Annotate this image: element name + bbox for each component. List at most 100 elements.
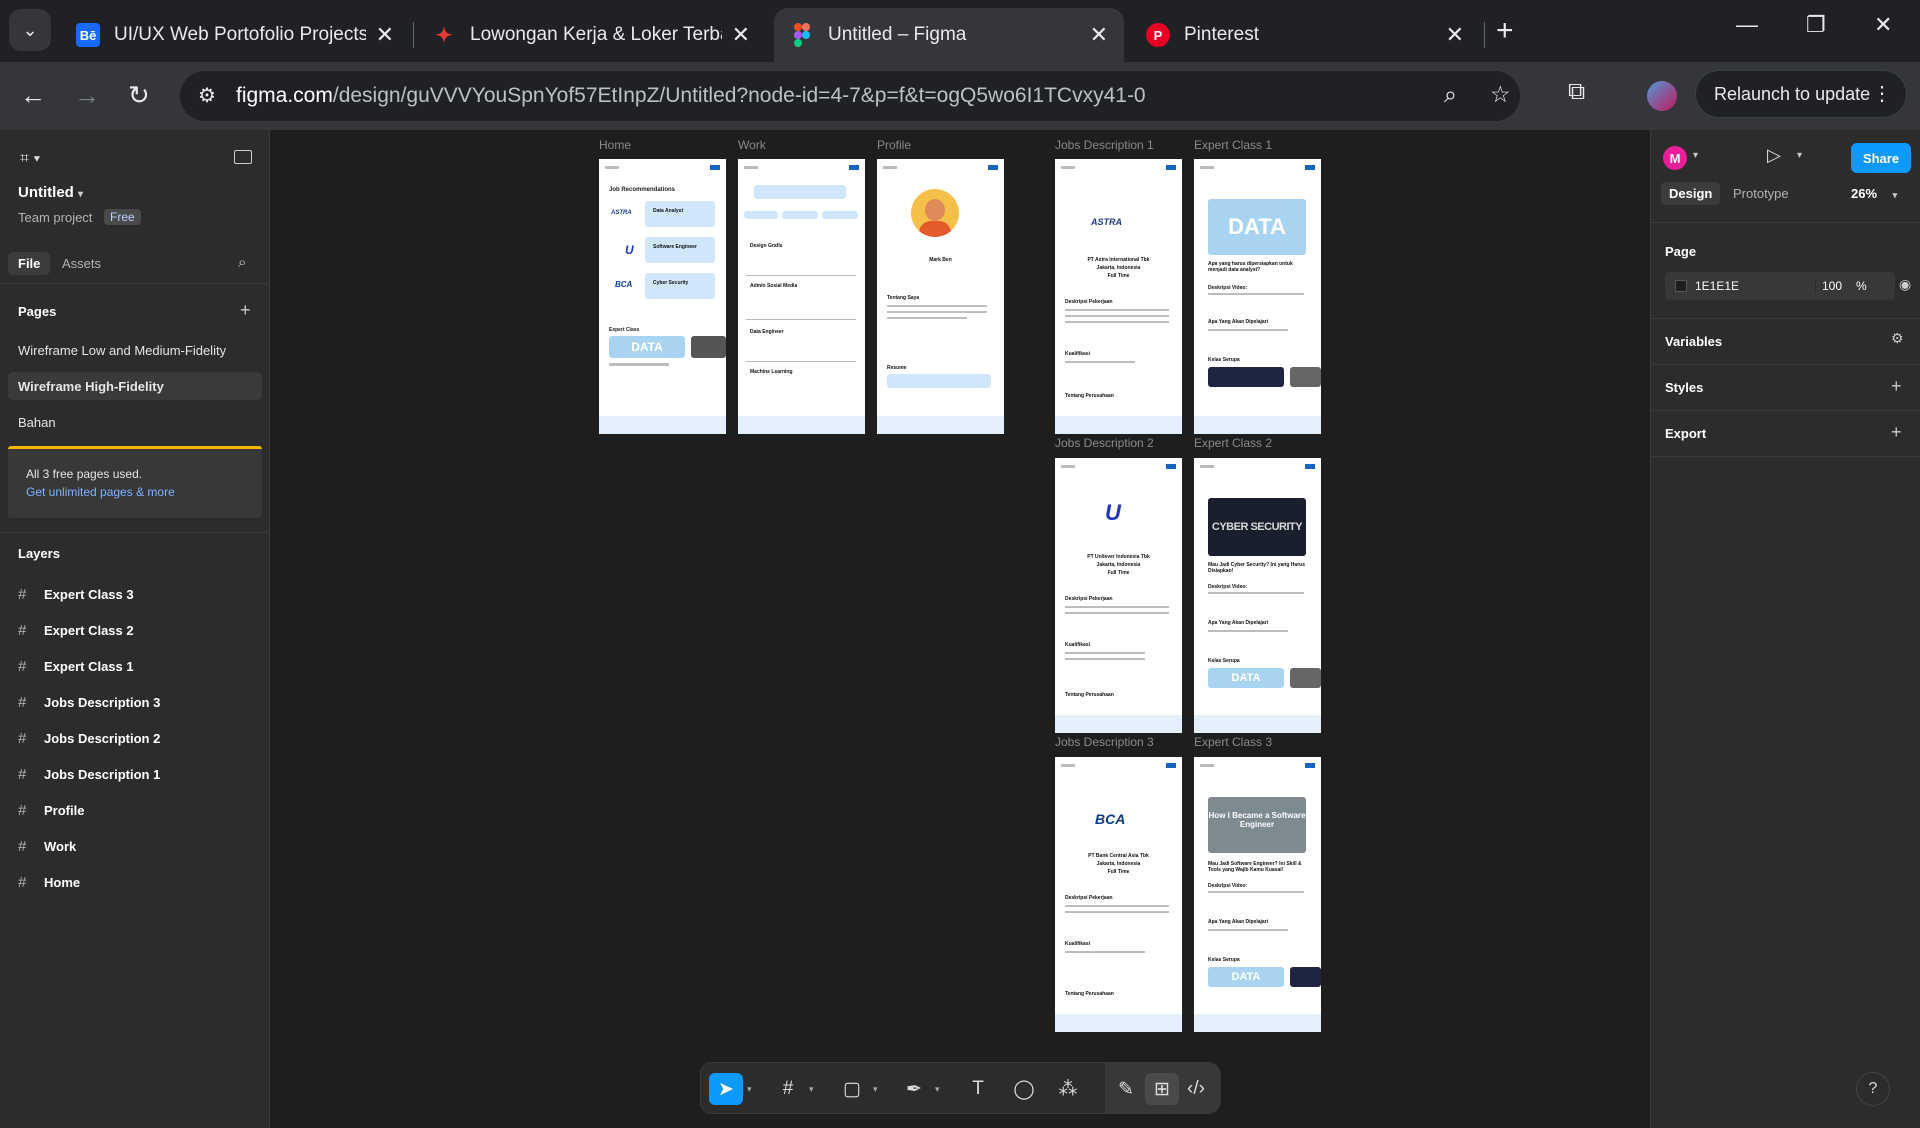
reload-icon[interactable]: ↻	[128, 80, 150, 111]
layer-item[interactable]: # Expert Class 3	[18, 584, 134, 604]
fill-opacity[interactable]: 100%	[1815, 279, 1895, 293]
figma-menu-icon[interactable]: ⌗ ▾	[20, 150, 40, 168]
variables-settings-icon[interactable]: ⚙	[1891, 330, 1904, 347]
frame-jd3[interactable]: BCA PT Bank Central Asia Tbk Jakarta, In…	[1055, 757, 1182, 1032]
bookmark-star-icon[interactable]: ☆	[1490, 81, 1511, 108]
chevron-down-icon[interactable]: ▾	[935, 1084, 940, 1095]
comment-icon[interactable]: ◯	[1007, 1073, 1041, 1105]
address-bar[interactable]: ⚙ figma.com/design/guVVVYouSpnYof57EtInp…	[180, 71, 1520, 121]
site-info-icon[interactable]: ⚙	[198, 83, 216, 108]
url-text[interactable]: figma.com/design/guVVVYouSpnYof57EtInpZ/…	[236, 84, 1146, 108]
fill-hex[interactable]: 1E1E1E	[1695, 279, 1739, 293]
team-label[interactable]: Team project	[18, 210, 92, 225]
layer-item[interactable]: # Expert Class 2	[18, 620, 134, 640]
forward-icon[interactable]: →	[74, 80, 100, 111]
page-item[interactable]: Wireframe Low and Medium-Fidelity	[8, 336, 262, 364]
browser-menu-icon[interactable]: ⋮	[1872, 81, 1892, 106]
page-item[interactable]: Bahan	[8, 408, 262, 436]
frame-label-jd2[interactable]: Jobs Description 2	[1055, 436, 1154, 450]
present-play-icon[interactable]: ▷	[1767, 145, 1781, 166]
share-button[interactable]: Share	[1851, 143, 1911, 173]
layer-item[interactable]: # Expert Class 1	[18, 656, 134, 676]
upsell-banner: All 3 free pages used. Get unlimited pag…	[8, 446, 262, 518]
minimize-icon[interactable]: —	[1736, 12, 1758, 38]
canvas[interactable]: Home Work Profile Jobs Description 1 Exp…	[271, 130, 1649, 1128]
tab-design[interactable]: Design	[1661, 182, 1721, 205]
search-icon[interactable]: ⌕	[238, 254, 246, 271]
frame-label-profile[interactable]: Profile	[877, 138, 911, 152]
extensions-icon[interactable]: ⧉	[1568, 78, 1585, 106]
restore-icon[interactable]: ❐	[1806, 12, 1826, 38]
zoom-level[interactable]: 26% ▾	[1851, 186, 1897, 201]
frame-home[interactable]: Job Recommendations ASTRA Data Analyst U…	[599, 159, 726, 434]
chevron-down-icon[interactable]: ▾	[873, 1084, 878, 1095]
layer-item[interactable]: # Jobs Description 3	[18, 692, 160, 712]
add-export-icon[interactable]: +	[1891, 422, 1902, 443]
page-item-selected[interactable]: Wireframe High-Fidelity	[8, 372, 262, 400]
chevron-down-icon[interactable]: ▾	[809, 1084, 814, 1095]
close-tab-icon[interactable]: ✕	[732, 22, 750, 48]
pen-icon[interactable]: ✒	[897, 1073, 931, 1105]
frame-ec1[interactable]: DATA Apa yang harus dipersiapkan untuk m…	[1194, 159, 1321, 434]
mini-heading: Deskripsi Pekerjaan	[1065, 299, 1113, 305]
close-tab-icon[interactable]: ✕	[1446, 22, 1464, 48]
add-page-icon[interactable]: +	[240, 300, 251, 321]
draw-icon[interactable]: ✎	[1109, 1073, 1143, 1105]
visibility-eye-icon[interactable]: ◉	[1899, 276, 1911, 293]
layer-item[interactable]: # Jobs Description 1	[18, 764, 160, 784]
window-close-icon[interactable]: ✕	[1874, 12, 1892, 38]
zoom-icon[interactable]: ⌕	[1444, 81, 1457, 108]
frame-jd2[interactable]: U PT Unilever Indonesia Tbk Jakarta, Ind…	[1055, 458, 1182, 733]
toggle-sidebar-icon[interactable]	[234, 150, 252, 164]
tab-assets[interactable]: Assets	[52, 252, 111, 275]
back-icon[interactable]: ←	[20, 80, 46, 111]
frame-label-ec2[interactable]: Expert Class 2	[1194, 436, 1272, 450]
frame-work[interactable]: Design Grafis Admin Sosial Media Data En…	[738, 159, 865, 434]
tab-behance[interactable]: Bē UI/UX Web Portofolio Projects : ✕	[60, 8, 410, 62]
frame-profile[interactable]: Mark Ben Tentang Saya Resume	[877, 159, 1004, 434]
add-style-icon[interactable]: +	[1891, 376, 1902, 397]
dev-mode-icon[interactable]: ‹/›	[1179, 1073, 1213, 1105]
file-title[interactable]: Untitled ▾	[18, 184, 83, 201]
rectangle-icon[interactable]: ▢	[835, 1073, 869, 1105]
layer-item[interactable]: # Profile	[18, 800, 84, 820]
mini-company: PT Unilever Indonesia Tbk	[1087, 554, 1150, 560]
upgrade-link[interactable]: Get unlimited pages & more	[26, 485, 175, 499]
tab-lowongan[interactable]: ✦ Lowongan Kerja & Loker Terbar ✕	[416, 8, 766, 62]
layer-item[interactable]: # Work	[18, 836, 76, 856]
frame-icon[interactable]: #	[771, 1073, 805, 1105]
user-avatar[interactable]: M	[1663, 146, 1687, 170]
help-button[interactable]: ?	[1856, 1072, 1890, 1106]
frame-label-jd3[interactable]: Jobs Description 3	[1055, 735, 1154, 749]
chevron-down-icon[interactable]: ▾	[1693, 150, 1698, 161]
move-icon[interactable]: ➤	[709, 1073, 743, 1105]
text-icon[interactable]: T	[961, 1073, 995, 1105]
tab-prototype[interactable]: Prototype	[1725, 182, 1797, 205]
page-fill-field[interactable]: 1E1E1E 100%	[1665, 272, 1895, 300]
close-tab-icon[interactable]: ✕	[1090, 22, 1108, 48]
tab-figma[interactable]: Untitled – Figma ✕	[774, 8, 1124, 62]
design-mode-icon[interactable]: ⊞	[1145, 1073, 1179, 1105]
frame-jd1[interactable]: ASTRA PT Astra International Tbk Jakarta…	[1055, 159, 1182, 434]
chevron-down-icon[interactable]: ▾	[747, 1084, 752, 1095]
actions-icon[interactable]: ⁂	[1051, 1073, 1085, 1105]
frame-ec3[interactable]: How I Became a Software Engineer Mau Jad…	[1194, 757, 1321, 1032]
tab-pinterest[interactable]: P Pinterest ✕	[1130, 8, 1480, 62]
frame-ec2[interactable]: CYBER SECURITY Mau Jadi Cyber Security? …	[1194, 458, 1321, 733]
close-tab-icon[interactable]: ✕	[376, 22, 394, 48]
frame-label-work[interactable]: Work	[738, 138, 766, 152]
variables-heading[interactable]: Variables	[1665, 334, 1722, 349]
new-tab-icon[interactable]: +	[1496, 14, 1514, 48]
browser-profile-avatar[interactable]	[1647, 81, 1677, 111]
frame-label-home[interactable]: Home	[599, 138, 631, 152]
layer-item[interactable]: # Home	[18, 872, 80, 892]
chevron-down-icon[interactable]: ▾	[1797, 150, 1802, 161]
relaunch-button[interactable]: Relaunch to update ⋮	[1695, 70, 1907, 118]
layer-item[interactable]: # Jobs Description 2	[18, 728, 160, 748]
color-swatch[interactable]	[1675, 280, 1687, 292]
frame-label-jd1[interactable]: Jobs Description 1	[1055, 138, 1154, 152]
frame-label-ec1[interactable]: Expert Class 1	[1194, 138, 1272, 152]
tab-file[interactable]: File	[8, 252, 51, 275]
frame-label-ec3[interactable]: Expert Class 3	[1194, 735, 1272, 749]
tab-search-button[interactable]: ⌄	[9, 9, 51, 51]
